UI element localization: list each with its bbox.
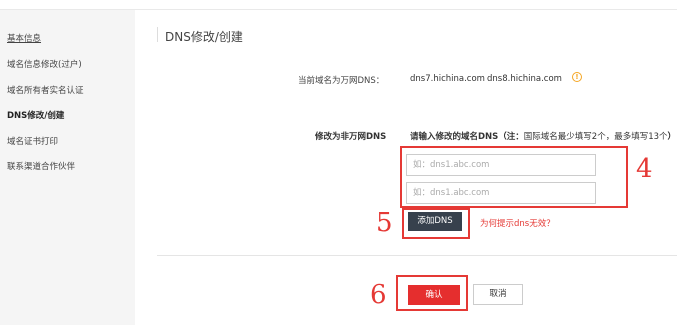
current-dns-value-1: dns7.hichina.com [410, 74, 485, 84]
annotation-box-4 [400, 146, 628, 208]
cancel-button[interactable]: 取消 [473, 284, 523, 305]
sidebar: 基本信息 域名信息修改(过户) 域名所有者实名认证 DNS修改/创建 域名证书打… [0, 10, 135, 325]
sidebar-item-partners[interactable]: 联系渠道合作伙伴 [7, 160, 75, 172]
dns-invalid-help-link[interactable]: 为何提示dns无效？ [480, 217, 555, 229]
current-dns-value-2: dns8.hichina.com [487, 74, 562, 84]
hint-prefix: 请输入修改的域名DNS（注： [410, 132, 524, 142]
modify-dns-hint: 请输入修改的域名DNS（注：国际域名最少填写2个，最多填写13个） [410, 130, 676, 142]
info-icon[interactable]: ! [572, 72, 582, 82]
sidebar-item-domain-info-modify[interactable]: 域名信息修改(过户) [7, 58, 82, 70]
annotation-number-5: 5 [376, 208, 393, 238]
page-title: DNS修改/创建 [165, 30, 243, 44]
annotation-number-6: 6 [370, 280, 387, 310]
annotation-box-6 [396, 275, 468, 311]
annotation-number-4: 4 [636, 154, 653, 184]
annotation-box-5 [402, 208, 470, 239]
current-dns-label: 当前域名为万网DNS： [298, 76, 385, 86]
bottom-divider [157, 255, 677, 256]
sidebar-item-dns-modify[interactable]: DNS修改/创建 [7, 109, 64, 121]
sidebar-item-certificate-print[interactable]: 域名证书打印 [7, 135, 58, 147]
modify-dns-label: 修改为非万网DNS [315, 132, 387, 142]
hint-suffix: ） [667, 132, 677, 142]
sidebar-item-owner-verification[interactable]: 域名所有者实名认证 [7, 84, 84, 96]
sidebar-item-basic-info[interactable]: 基本信息 [7, 32, 41, 44]
title-divider [157, 27, 158, 42]
hint-note: 国际域名最少填写2个，最多填写13个 [523, 132, 668, 142]
